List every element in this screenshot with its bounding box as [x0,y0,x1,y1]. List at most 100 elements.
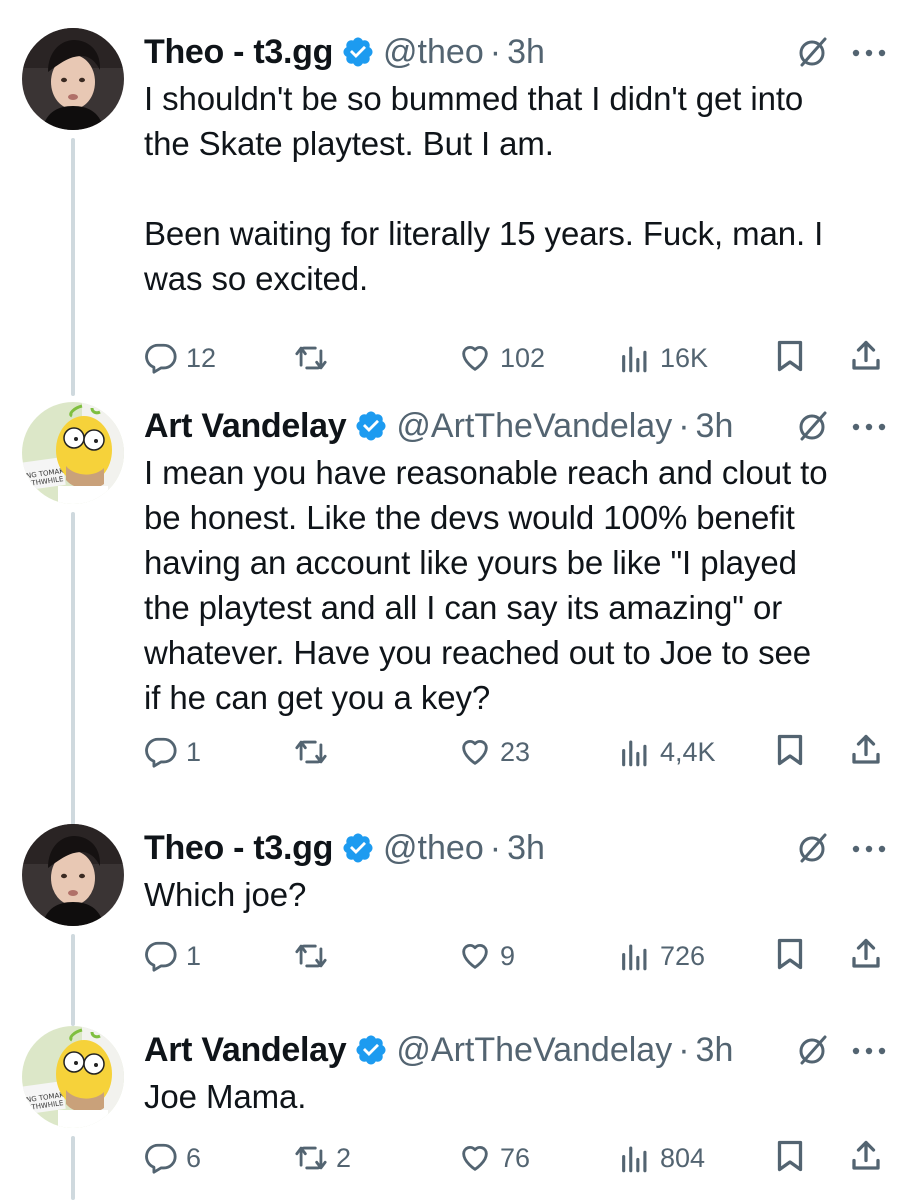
avatar[interactable] [22,28,124,130]
reply-button[interactable]: 12 [144,336,216,380]
bookmark-button[interactable] [772,936,808,972]
share-icon [848,1138,884,1174]
tweet-header: Art Vandelay @ArtTheVandelay · 3h [144,402,889,450]
like-button[interactable]: 102 [458,336,545,380]
tweet-header: Art Vandelay @ArtTheVandelay · 3h [144,1026,889,1074]
timestamp[interactable]: 3h [507,28,545,76]
action-bar: 1 9 726 [144,934,889,978]
views-icon [618,1141,652,1175]
author-handle[interactable]: @theo [383,28,484,76]
repost-button[interactable]: 2 [294,1136,351,1180]
separator-dot: · [489,829,502,867]
avatar[interactable] [22,1026,124,1128]
share-button[interactable] [848,936,884,972]
grok-icon[interactable] [797,832,829,864]
views-button[interactable]: 4,4K [618,730,716,774]
like-button[interactable]: 23 [458,730,530,774]
reply-button[interactable]: 1 [144,934,201,978]
tweet-header: Theo - t3.gg @theo · 3h [144,28,889,76]
views-button[interactable]: 804 [618,1136,705,1180]
author-name[interactable]: Theo - t3.gg [144,28,333,76]
replies-count: 12 [186,342,217,373]
more-icon[interactable] [851,1046,887,1056]
reposts-count: 2 [336,1142,352,1173]
bookmark-icon [772,338,808,374]
views-count: 726 [660,940,706,971]
like-button[interactable]: 76 [458,1136,530,1180]
like-icon [458,939,492,973]
views-count: 804 [660,1142,706,1173]
views-icon [618,341,652,375]
action-bar: 6 2 76 804 [144,1136,889,1180]
bookmark-icon [772,732,808,768]
conversation-thread: Theo - t3.gg @theo · 3h I shouldn't be so bu… [0,0,911,1200]
more-icon[interactable] [851,422,887,432]
bookmark-icon [772,1138,808,1174]
avatar[interactable] [22,824,124,926]
author-handle[interactable]: @ArtTheVandelay [396,1026,672,1074]
views-count: 16K [660,342,709,373]
author-name[interactable]: Theo - t3.gg [144,824,333,872]
bookmark-button[interactable] [772,732,808,768]
like-icon [458,341,492,375]
reply-button[interactable]: 6 [144,1136,201,1180]
share-icon [848,338,884,374]
views-icon [618,735,652,769]
tweet-text: Joe Mama. [144,1078,307,1115]
views-icon [618,939,652,973]
more-icon[interactable] [851,844,887,854]
repost-icon [294,1141,328,1175]
like-button[interactable]: 9 [458,934,515,978]
reply-icon [144,341,178,375]
reply-icon [144,939,178,973]
like-icon [458,735,492,769]
thread-connector-line [71,512,75,826]
grok-icon[interactable] [797,36,829,68]
verified-badge-icon[interactable] [341,35,375,69]
bookmark-button[interactable] [772,338,808,374]
timestamp[interactable]: 3h [507,824,545,872]
more-icon[interactable] [851,48,887,58]
replies-count: 1 [186,940,202,971]
replies-count: 6 [186,1142,202,1173]
grok-icon[interactable] [797,410,829,442]
repost-icon [294,341,328,375]
separator-dot: · [678,407,690,445]
verified-badge-icon[interactable] [354,409,388,443]
author-name[interactable]: Art Vandelay [144,402,347,450]
reply-button[interactable]: 1 [144,730,201,774]
share-icon [848,732,884,768]
repost-button[interactable] [294,336,336,380]
author-handle[interactable]: @ArtTheVandelay [396,402,672,450]
share-button[interactable] [848,732,884,768]
repost-button[interactable] [294,934,336,978]
like-icon [458,1141,492,1175]
avatar[interactable] [22,402,124,504]
repost-icon [294,735,328,769]
tweet-text: I shouldn't be so bummed that I didn't g… [144,80,824,297]
timestamp[interactable]: 3h [696,1026,734,1074]
share-button[interactable] [848,1138,884,1174]
verified-badge-icon[interactable] [341,831,375,865]
share-button[interactable] [848,338,884,374]
action-bar: 1 23 4,4K [144,730,889,774]
separator-dot: · [489,33,502,71]
action-bar: 12 102 16K [144,336,889,380]
author-handle[interactable]: @theo [383,824,484,872]
homer-avatar-image [22,402,124,504]
repost-button[interactable] [294,730,336,774]
views-button[interactable]: 16K [618,336,708,380]
likes-count: 76 [500,1142,531,1173]
thread-connector-line [71,138,75,396]
likes-count: 9 [500,940,516,971]
thread-connector-line [71,934,75,1026]
views-count: 4,4K [660,736,716,767]
verified-badge-icon[interactable] [354,1033,388,1067]
bookmark-button[interactable] [772,1138,808,1174]
views-button[interactable]: 726 [618,934,705,978]
timestamp[interactable]: 3h [696,402,734,450]
reply-icon [144,735,178,769]
grok-icon[interactable] [797,1034,829,1066]
author-name[interactable]: Art Vandelay [144,1026,347,1074]
theo-avatar-image [22,28,124,130]
